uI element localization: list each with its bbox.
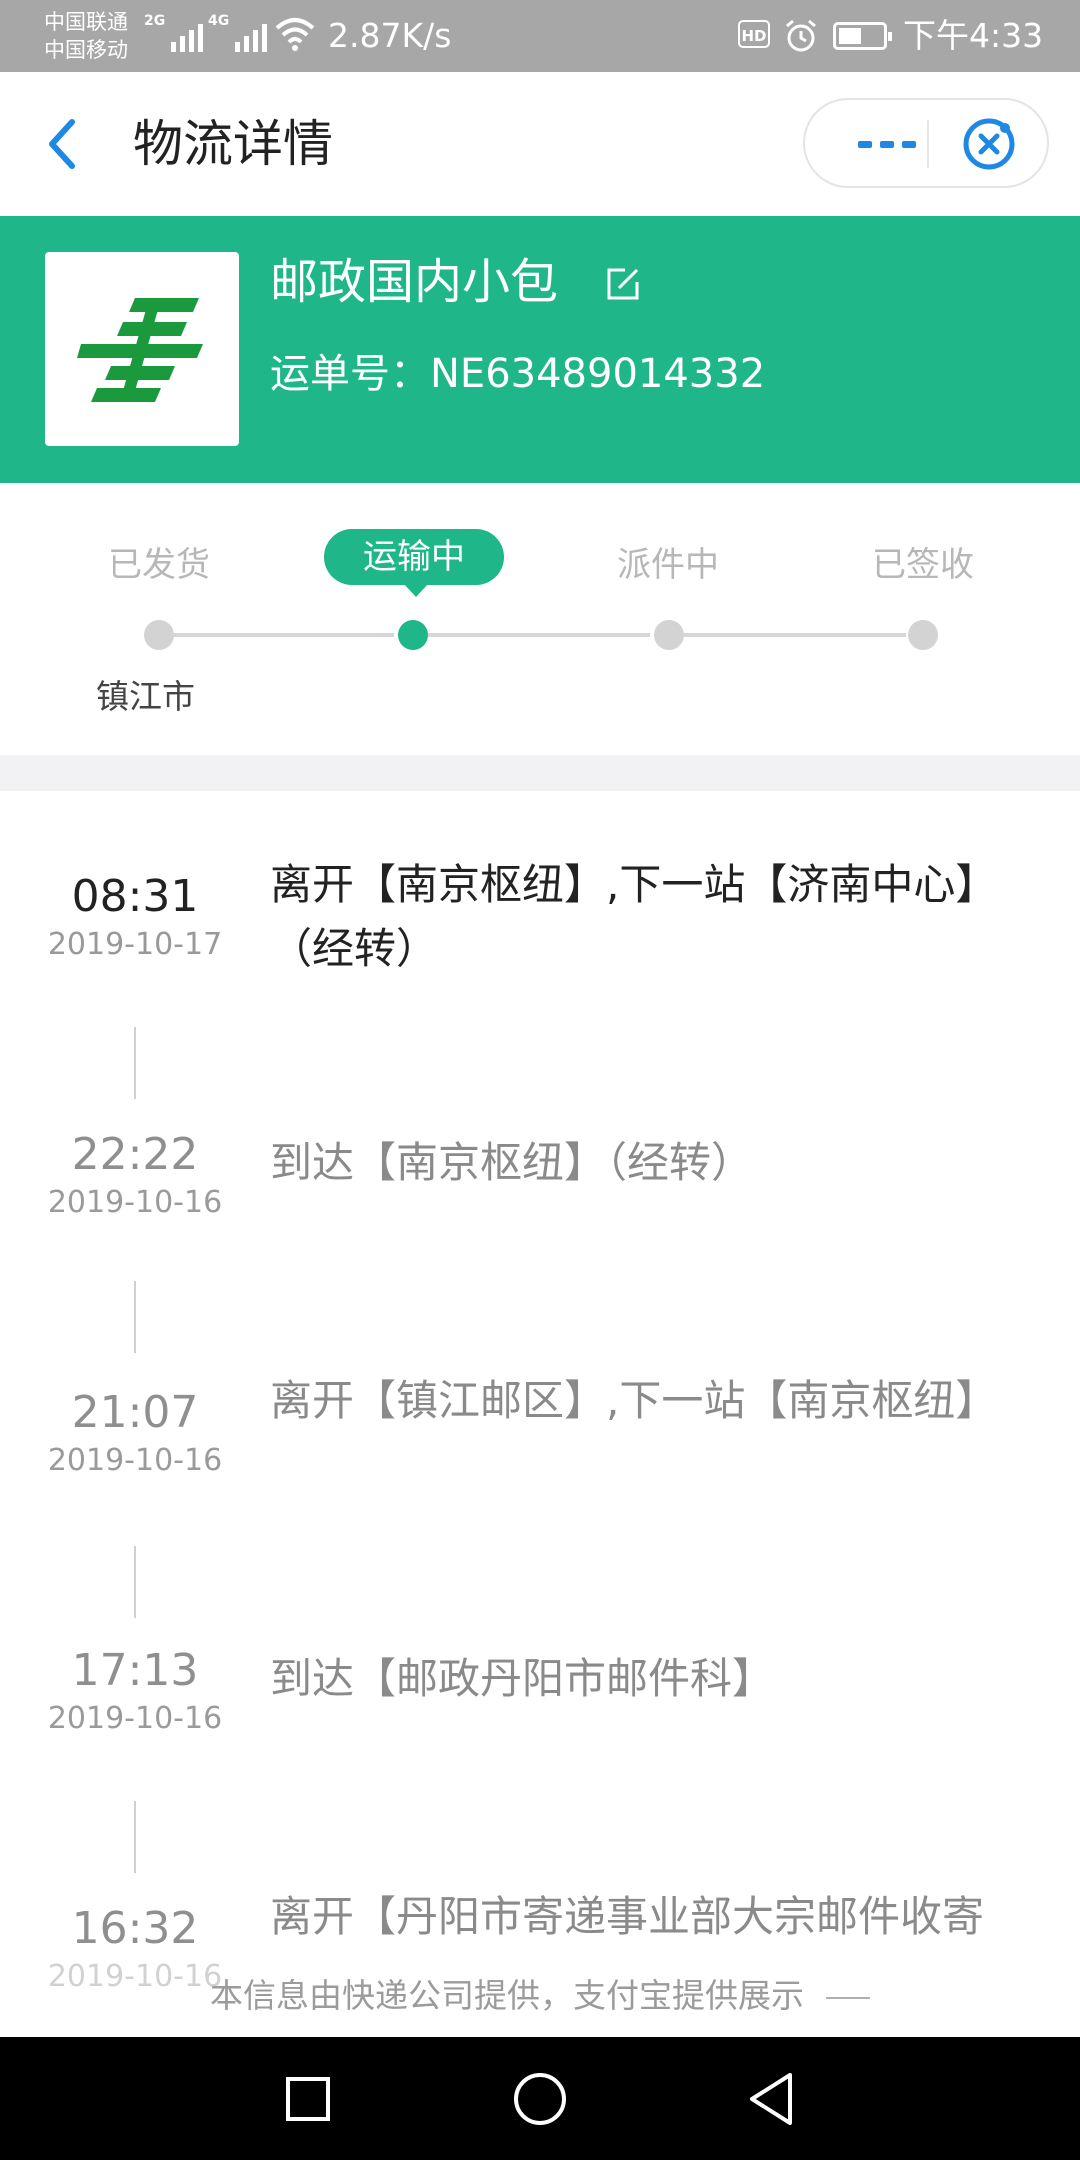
signal-icon-1: 2G [144,13,204,52]
wifi-icon [275,18,315,51]
timeline-connector [134,1027,136,1099]
network-type-1: 2G [144,13,166,29]
system-navigation-bar [0,2037,1080,2160]
event-time: 08:31 [71,871,199,922]
network-type-2: 4G [208,13,230,29]
china-post-logo [45,252,239,446]
timeline-connector [134,1801,136,1873]
step-in-transit: 运输中 [324,529,504,585]
progress-line [428,633,650,637]
progress-dot-shipped [144,620,174,650]
event-description: 离开【镇江邮区】,下一站【南京枢纽】 [270,1376,998,1425]
event-time: 17:13 [71,1645,199,1696]
home-icon[interactable] [508,2067,572,2131]
timeline-connector [134,1281,136,1353]
event-date: 2019-10-16 [47,1701,223,1736]
tracking-timeline: 08:31 2019-10-17 离开【南京枢纽】,下一站【济南中心】（经转） … [0,791,1080,2037]
timeline-connector [134,1546,136,1618]
origin-city: 镇江市 [96,677,195,716]
step-delivering: 派件中 [617,545,719,585]
event-description: 离开【南京枢纽】,下一站【济南中心】（经转） [270,860,998,973]
more-icon[interactable] [847,128,927,160]
shipment-header: 邮政国内小包 运单号：NE63489014332 [0,216,1080,483]
info-source-text: 本信息由快递公司提供，支付宝提供展示 [210,1976,804,2015]
event-date: 2019-10-17 [47,927,223,962]
note-dash [826,1996,870,1999]
event-date: 2019-10-16 [47,1185,223,1220]
back-arrow-icon[interactable] [40,114,84,174]
event-time: 21:07 [71,1387,199,1438]
mini-app-capsule [803,98,1049,188]
network-speed: 2.87K/s [328,16,452,55]
battery-icon [833,22,892,50]
tracking-label: 运单号： [270,351,430,397]
status-time: 下午4:33 [903,16,1044,55]
capsule-divider [927,120,929,168]
step-signed: 已签收 [872,545,974,585]
tracking-value: NE63489014332 [430,351,766,397]
event-description: 到达【南京枢纽】（经转） [270,1138,754,1187]
event-date: 2019-10-16 [47,1443,223,1478]
courier-name: 邮政国内小包 [270,254,559,310]
alarm-icon [786,19,816,52]
status-bar: 中国联通 中国移动 2G 4G 2.87K/s HD 下午4:33 [0,0,1080,72]
hd-icon: HD [738,20,770,48]
signal-icon-2: 4G [208,13,268,52]
step-pointer [403,583,429,597]
section-divider [0,755,1080,791]
close-miniapp-icon[interactable] [961,116,1017,172]
progress-line [174,633,394,637]
event-description: 到达【邮政丹阳市邮件科】 [270,1654,775,1703]
china-post-emblem-icon [77,298,203,402]
recent-apps-icon[interactable] [276,2067,340,2131]
tracking-number: 运单号：NE63489014332 [270,346,765,402]
progress-dot-in-transit [398,620,428,650]
carrier-names: 中国联通 中国移动 [44,8,128,64]
event-time: 22:22 [71,1129,199,1180]
back-nav-icon[interactable] [740,2067,804,2131]
progress-line [684,633,906,637]
event-description: 离开【丹阳市寄递事业部大宗邮件收寄 [270,1892,985,1941]
carrier-2: 中国移动 [44,38,128,62]
page-title: 物流详情 [133,115,333,173]
progress-dot-signed [908,620,938,650]
step-shipped: 已发货 [108,545,210,585]
nav-bar: 物流详情 [0,72,1080,216]
edit-icon[interactable] [603,264,643,304]
carrier-1: 中国联通 [44,10,128,34]
event-time: 16:32 [71,1903,199,1954]
progress-dot-delivering [654,620,684,650]
shipment-progress: 已发货 运输中 派件中 已签收 镇江市 [0,483,1080,755]
info-source-note: 本信息由快递公司提供，支付宝提供展示 [0,1958,1080,2034]
